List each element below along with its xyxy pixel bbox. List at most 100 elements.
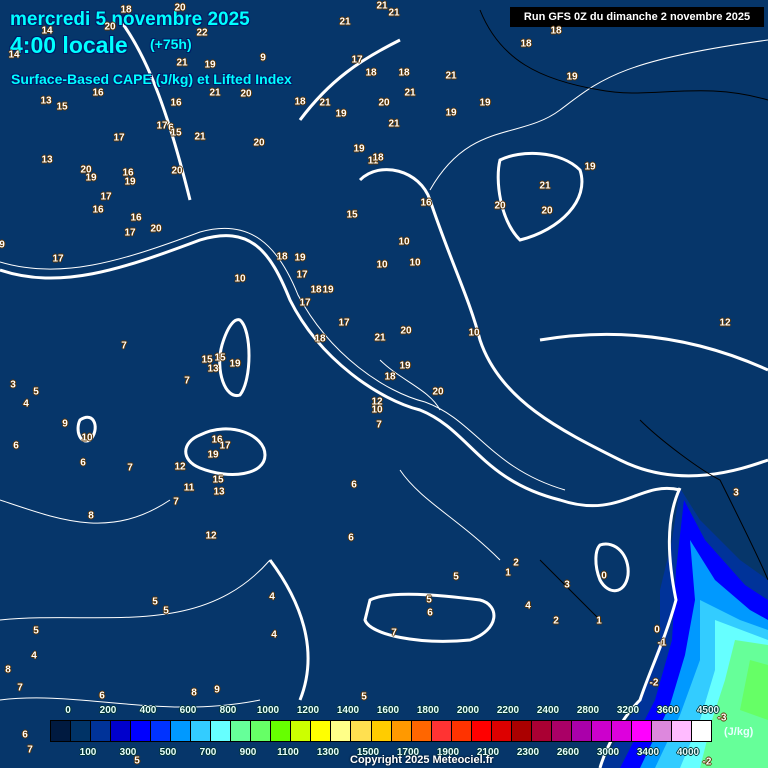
lifted-index-label: 21	[194, 131, 206, 143]
lifted-index-label: 21	[209, 87, 221, 99]
lifted-index-label: 20	[494, 200, 506, 212]
lifted-index-label: 5	[33, 386, 39, 398]
lifted-index-label: 19	[124, 176, 136, 188]
scale-swatch	[111, 721, 132, 741]
lifted-index-label: 10	[376, 259, 388, 271]
lifted-index-label: 21	[319, 97, 331, 109]
lifted-index-label: 8	[88, 510, 94, 522]
scale-swatch	[431, 721, 452, 741]
lifted-index-label: 20	[378, 97, 390, 109]
lifted-index-label: 20	[104, 21, 116, 33]
scale-swatch	[231, 721, 252, 741]
scale-tick-label: 1800	[416, 705, 440, 716]
lifted-index-label: 0	[601, 570, 607, 582]
lifted-index-label: 3	[733, 487, 739, 499]
lifted-index-label: 19	[353, 143, 365, 155]
scale-tick-label: 4000	[676, 747, 700, 758]
scale-swatch	[531, 721, 552, 741]
lifted-index-label: 19	[584, 161, 596, 173]
scale-tick-label: 500	[159, 747, 177, 758]
scale-swatch	[471, 721, 492, 741]
scale-tick-label: 2200	[496, 705, 520, 716]
lifted-index-label: 18	[550, 25, 562, 37]
lifted-index-label: 19	[207, 449, 219, 461]
lifted-index-label: 19	[229, 358, 241, 370]
scale-swatch	[491, 721, 512, 741]
lifted-index-label: 17	[100, 191, 112, 203]
lifted-index-label: 13	[213, 486, 225, 498]
lifted-index-label: 11	[183, 482, 195, 494]
lifted-index-label: 19	[294, 252, 306, 264]
scale-tick-label: 3000	[596, 747, 620, 758]
lifted-index-label: 18	[365, 67, 377, 79]
lifted-index-label: 4	[525, 600, 531, 612]
lifted-index-label: 6	[427, 607, 433, 619]
lifted-index-label: -2	[649, 677, 659, 689]
scale-swatch	[191, 721, 212, 741]
lifted-index-label: 8	[5, 664, 11, 676]
lifted-index-label: 18	[384, 371, 396, 383]
lifted-index-label: 21	[176, 57, 188, 69]
lifted-index-label: 19	[335, 108, 347, 120]
lifted-index-label: 20	[171, 165, 183, 177]
lifted-index-label: 19	[445, 107, 457, 119]
scale-swatch	[131, 721, 152, 741]
lifted-index-label: 15	[56, 101, 68, 113]
lifted-index-label: -1	[657, 637, 667, 649]
lifted-index-label: 17	[52, 253, 64, 265]
scale-swatch	[631, 721, 652, 741]
lifted-index-label: 18	[398, 67, 410, 79]
lifted-index-label: 6	[351, 479, 357, 491]
scale-swatch	[591, 721, 612, 741]
lifted-index-label: 6	[99, 690, 105, 702]
scale-tick-label: 300	[119, 747, 137, 758]
lifted-index-label: 19	[322, 284, 334, 296]
scale-tick-label: 1100	[277, 747, 299, 758]
scale-swatch	[371, 721, 392, 741]
lifted-index-label: 18	[120, 4, 132, 16]
scale-tick-label: 3200	[616, 705, 640, 716]
lifted-index-label: 12	[174, 461, 186, 473]
scale-tick-label: 1200	[296, 705, 320, 716]
scale-tick-label: 800	[219, 705, 237, 716]
lifted-index-label: 10	[234, 273, 246, 285]
scale-tick-label: 2400	[536, 705, 560, 716]
lifted-index-label: 5	[453, 571, 459, 583]
lifted-index-label: 6	[22, 729, 28, 741]
lifted-index-label: 15	[346, 209, 358, 221]
lifted-index-label: 7	[184, 375, 190, 387]
scale-tick-label: 2300	[516, 747, 540, 758]
scale-swatch	[571, 721, 592, 741]
scale-tick-label: 2000	[456, 705, 480, 716]
scale-tick-label: 4500	[696, 705, 720, 716]
lifted-index-label: 17	[124, 227, 136, 239]
lifted-index-label: 2	[553, 615, 559, 627]
lifted-index-label: 6	[13, 440, 19, 452]
scale-swatch	[671, 721, 692, 741]
lifted-index-label: 19	[479, 97, 491, 109]
scale-swatch	[251, 721, 272, 741]
lifted-index-label: 20	[150, 223, 162, 235]
lifted-index-label: 4	[271, 629, 277, 641]
scale-swatch	[451, 721, 472, 741]
lifted-index-label: 8	[191, 687, 197, 699]
parameter-title: Surface-Based CAPE (J/kg) et Lifted Inde…	[11, 71, 292, 87]
scale-tick-label: 700	[199, 747, 217, 758]
scale-swatch	[291, 721, 312, 741]
scale-tick-label: 100	[79, 747, 97, 758]
lifted-index-label: 4	[269, 591, 275, 603]
lifted-index-label: 18	[294, 96, 306, 108]
scale-swatch	[551, 721, 572, 741]
scale-tick-label: 0	[65, 705, 71, 716]
lifted-index-label: 12	[719, 317, 731, 329]
scale-swatch	[692, 721, 712, 741]
lifted-index-label: 17	[351, 54, 363, 66]
lifted-index-label: 7	[27, 744, 33, 756]
lifted-index-label: 19	[566, 71, 578, 83]
lifted-index-label: 17	[156, 120, 168, 132]
lifted-index-label: 17	[219, 440, 231, 452]
lifted-index-label: 18	[310, 284, 322, 296]
lifted-index-label: 20	[240, 88, 252, 100]
cape-contour-map	[0, 9, 768, 768]
copyright: Copyright 2025 Meteociel.fr	[350, 754, 494, 766]
